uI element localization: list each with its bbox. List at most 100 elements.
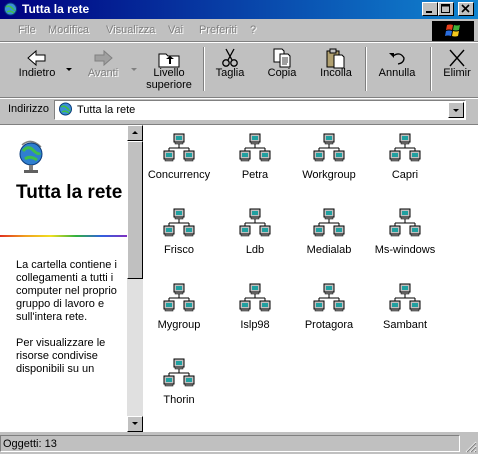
- copy-label: Copia: [267, 67, 297, 79]
- network-item-label: Workgroup: [302, 169, 356, 181]
- address-bar: Indirizzo Tutta la rete: [0, 99, 478, 121]
- explorer-window: Tutta la rete File Modifica Visualizza V…: [0, 0, 478, 454]
- window-title: Tutta la rete: [22, 2, 90, 16]
- windows-flag-icon: [445, 24, 460, 37]
- network-computers-icon: [163, 133, 195, 162]
- address-value: Tutta la rete: [77, 104, 136, 116]
- address-dropdown-button[interactable]: [448, 102, 464, 118]
- minimize-button[interactable]: [422, 2, 438, 16]
- scissors-icon: [222, 48, 238, 67]
- content-area: Tutta la rete La cartella contiene i col…: [0, 124, 478, 432]
- network-item[interactable]: Ms-windows: [367, 204, 443, 274]
- globe-icon: [19, 140, 43, 173]
- copy-icon: [273, 48, 291, 68]
- paste-icon: [326, 48, 345, 69]
- menu-modifica[interactable]: Modifica: [48, 24, 89, 36]
- delete-label: Elimir: [443, 67, 471, 79]
- network-item[interactable]: Frisco: [141, 204, 217, 274]
- back-label: Indietro: [18, 67, 56, 79]
- network-item-label: Mygroup: [157, 319, 201, 331]
- rainbow-divider: [0, 235, 127, 237]
- undo-label: Annulla: [378, 67, 416, 79]
- folder-up-icon: [158, 53, 180, 68]
- menu-bar: File Modifica Visualizza Vai Preferiti ?: [0, 20, 430, 40]
- network-item[interactable]: Petra: [217, 129, 293, 199]
- network-item[interactable]: Concurrency: [141, 129, 217, 199]
- network-item[interactable]: Islp98: [217, 279, 293, 349]
- network-item-label: Ms-windows: [374, 244, 436, 256]
- network-computers-icon: [389, 208, 421, 237]
- toolbar-separator: [203, 47, 205, 91]
- network-computers-icon: [163, 208, 195, 237]
- network-computers-icon: [239, 133, 271, 162]
- network-item-label: Ldb: [245, 244, 265, 256]
- network-item-label: Capri: [391, 169, 419, 181]
- status-panel: Oggetti: 13: [0, 435, 460, 452]
- toolbar-separator: [365, 47, 367, 91]
- network-item-label: Sambant: [382, 319, 428, 331]
- panel-description-paragraph: Per visualizzare le risorse condivise di…: [16, 337, 106, 375]
- address-label: Indirizzo: [8, 103, 49, 115]
- status-text: Oggetti: 13: [3, 438, 57, 450]
- forward-label: Avanti: [87, 67, 119, 79]
- network-globe-icon: [4, 2, 17, 16]
- undo-icon: [389, 53, 405, 65]
- resize-grip-icon[interactable]: [463, 439, 477, 453]
- menu-help[interactable]: ?: [250, 24, 256, 36]
- network-item-label: Protagora: [304, 319, 354, 331]
- network-computers-icon: [163, 283, 195, 312]
- network-items-view: Concurrency Petra Workgroup Capri Frisco…: [143, 125, 478, 432]
- menu-vai[interactable]: Vai: [168, 24, 183, 36]
- back-arrow-icon: [27, 49, 46, 67]
- network-item[interactable]: Workgroup: [291, 129, 367, 199]
- network-item-label: Islp98: [240, 319, 270, 331]
- panel-description: La cartella contiene i collegamenti a tu…: [16, 259, 120, 389]
- network-item-label: Frisco: [164, 244, 194, 256]
- windows-logo: [432, 21, 474, 41]
- menu-visualizza[interactable]: Visualizza: [106, 24, 155, 36]
- panel-description-paragraph: La cartella contiene i collegamenti a tu…: [16, 259, 117, 323]
- network-item[interactable]: Capri: [367, 129, 443, 199]
- minimize-icon: [426, 11, 432, 13]
- network-computers-icon: [313, 208, 345, 237]
- maximize-button[interactable]: [438, 2, 454, 16]
- network-item-label: Petra: [241, 169, 269, 181]
- network-computers-icon: [239, 208, 271, 237]
- network-computers-icon: [313, 133, 345, 162]
- delete-button[interactable]: Elimir: [436, 43, 478, 95]
- title-bar[interactable]: Tutta la rete: [0, 0, 478, 19]
- network-item[interactable]: Thorin: [141, 354, 217, 424]
- forward-arrow-icon: [94, 49, 113, 67]
- network-globe-icon: [59, 102, 72, 116]
- network-item-label: Thorin: [163, 394, 195, 406]
- forward-button[interactable]: Avanti: [78, 43, 128, 95]
- network-computers-icon: [313, 283, 345, 312]
- toolbar: Indietro Avanti Livello superiore Taglia…: [0, 43, 478, 97]
- cut-label: Taglia: [215, 67, 245, 79]
- menu-preferiti[interactable]: Preferiti: [199, 24, 237, 36]
- up-level-button[interactable]: Livello superiore: [140, 43, 198, 95]
- close-button[interactable]: [458, 2, 474, 16]
- back-button[interactable]: Indietro: [8, 43, 66, 95]
- paste-button[interactable]: Incolla: [312, 43, 360, 95]
- network-item[interactable]: Medialab: [291, 204, 367, 274]
- delete-x-icon: [449, 49, 465, 67]
- network-computers-icon: [163, 358, 195, 387]
- copy-button[interactable]: Copia: [260, 43, 304, 95]
- network-item[interactable]: Mygroup: [141, 279, 217, 349]
- panel-title: Tutta la rete: [16, 182, 123, 203]
- up-level-label: Livello superiore: [146, 67, 192, 91]
- network-item[interactable]: Sambant: [367, 279, 443, 349]
- forward-dropdown-arrow[interactable]: [131, 68, 137, 71]
- maximize-icon: [441, 4, 450, 13]
- network-item-label: Concurrency: [147, 169, 211, 181]
- web-view-panel: Tutta la rete La cartella contiene i col…: [0, 125, 127, 432]
- network-item[interactable]: Protagora: [291, 279, 367, 349]
- cut-button[interactable]: Taglia: [208, 43, 252, 95]
- network-item[interactable]: Ldb: [217, 204, 293, 274]
- undo-button[interactable]: Annulla: [371, 43, 423, 95]
- back-dropdown-arrow[interactable]: [66, 68, 72, 71]
- menu-file[interactable]: File: [18, 24, 36, 36]
- paste-label: Incolla: [320, 67, 352, 79]
- address-field[interactable]: Tutta la rete: [54, 100, 466, 120]
